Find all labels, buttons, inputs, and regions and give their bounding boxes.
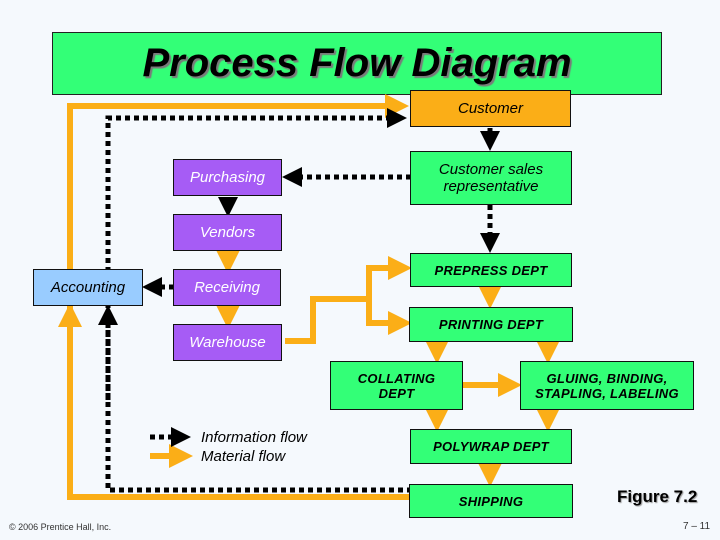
node-customer-sales-rep: Customer sales representative bbox=[410, 151, 572, 205]
node-vendors: Vendors bbox=[173, 214, 282, 251]
node-collating-dept: COLLATING DEPT bbox=[330, 361, 463, 410]
node-collating-label: COLLATING DEPT bbox=[357, 370, 436, 401]
node-shipping: SHIPPING bbox=[409, 484, 573, 518]
material-flow-to-printing bbox=[366, 299, 412, 335]
node-polywrap-label: POLYWRAP DEPT bbox=[433, 439, 549, 454]
page-number: 7 – 11 bbox=[683, 521, 711, 532]
node-warehouse: Warehouse bbox=[173, 324, 282, 361]
node-shipping-label: SHIPPING bbox=[458, 493, 524, 509]
node-vendors-label: Vendors bbox=[199, 224, 256, 241]
node-accounting-label: Accounting bbox=[50, 279, 126, 296]
node-customer: Customer bbox=[410, 90, 571, 127]
node-prepress-dept: PREPRESS DEPT bbox=[410, 253, 572, 287]
node-warehouse-label: Warehouse bbox=[189, 334, 266, 351]
node-gluing-binding-dept: GLUING, BINDING, STAPLING, LABELING bbox=[520, 361, 694, 410]
node-purchasing-label: Purchasing bbox=[189, 169, 266, 186]
node-receiving: Receiving bbox=[173, 269, 281, 306]
copyright: © 2006 Prentice Hall, Inc. bbox=[9, 522, 112, 532]
node-accounting: Accounting bbox=[33, 269, 143, 306]
material-flow-to-prepress bbox=[366, 256, 412, 299]
node-gluing-label: GLUING, BINDING, STAPLING, LABELING bbox=[535, 370, 679, 401]
node-customer-label: Customer bbox=[457, 100, 524, 117]
node-purchasing: Purchasing bbox=[173, 159, 282, 196]
legend-material-label: Material flow bbox=[201, 448, 286, 465]
legend-information-label: Information flow bbox=[201, 429, 307, 446]
material-flow-warehouse-to-depts bbox=[285, 296, 369, 344]
node-csr-label: Customer sales representative bbox=[438, 161, 544, 195]
figure-label: Figure 7.2 bbox=[617, 487, 698, 506]
node-printing-dept: PRINTING DEPT bbox=[409, 307, 573, 342]
node-receiving-label: Receiving bbox=[194, 279, 260, 296]
node-polywrap-dept: POLYWRAP DEPT bbox=[410, 429, 572, 464]
node-printing-label: PRINTING DEPT bbox=[438, 317, 544, 332]
node-prepress-label: PREPRESS DEPT bbox=[434, 262, 548, 278]
